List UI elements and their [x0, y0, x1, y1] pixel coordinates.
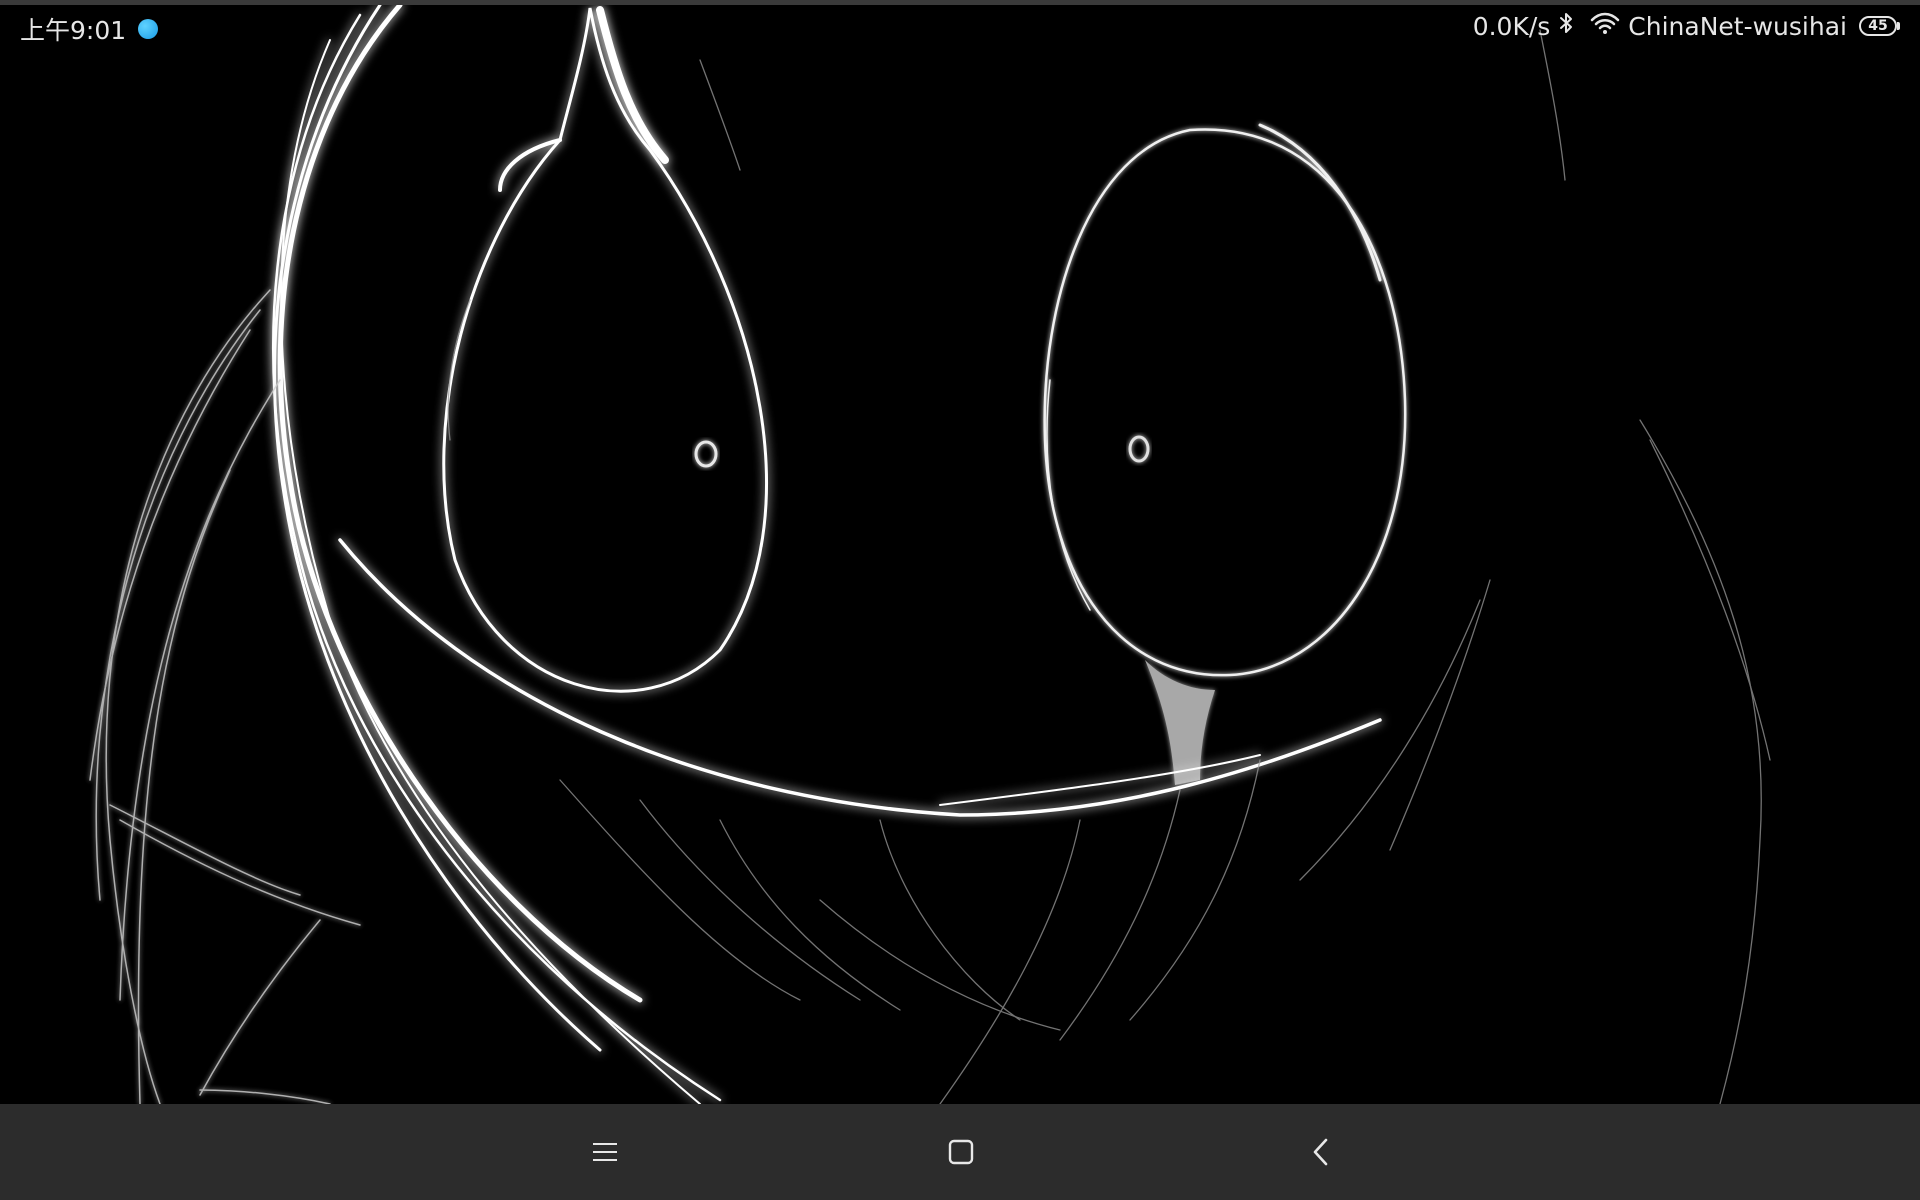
status-left: 上午9:01: [20, 11, 159, 47]
wifi-icon: [1590, 11, 1620, 41]
home-button[interactable]: [937, 1128, 985, 1176]
status-right: 0.0K/s ChinaNet-wusihai 45: [1473, 11, 1900, 41]
square-home-icon: [948, 1139, 974, 1165]
battery-level: 45: [1859, 16, 1897, 36]
top-edge-strip: [0, 0, 1920, 5]
menu-button[interactable]: [581, 1128, 629, 1176]
android-home-screen: 上午9:01 0.0K/s ChinaNet-wusihai 45: [0, 0, 1920, 1200]
wallpaper: [0, 0, 1920, 1104]
battery-icon: 45: [1859, 16, 1900, 36]
network-speed: 0.0K/s: [1472, 11, 1551, 41]
back-button[interactable]: [1297, 1128, 1345, 1176]
chevron-left-icon: [1313, 1138, 1328, 1166]
blue-circle-icon: [138, 19, 159, 39]
bluetooth-icon: [1558, 11, 1574, 41]
hamburger-menu-icon: [593, 1143, 617, 1161]
status-bar: 上午9:01 0.0K/s ChinaNet-wusihai 45: [0, 5, 1920, 45]
wifi-name: ChinaNet-wusihai: [1628, 11, 1847, 41]
battery-tip: [1897, 22, 1900, 30]
clock: 上午9:01: [20, 16, 127, 45]
navigation-bar: [0, 1104, 1920, 1200]
